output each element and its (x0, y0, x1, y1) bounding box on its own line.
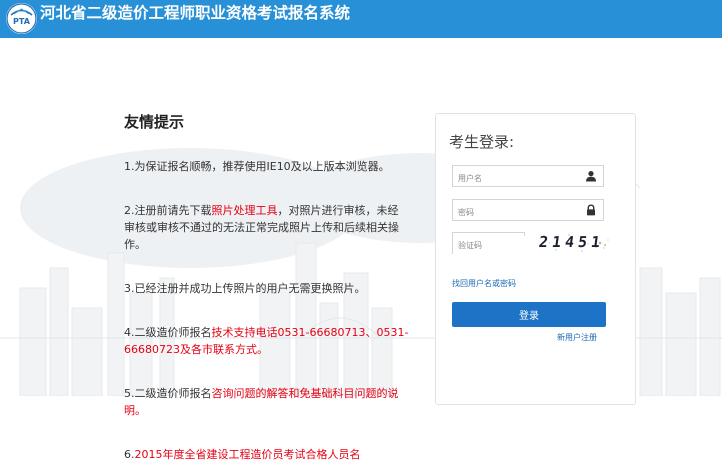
tip-item-5: 5.二级造价师报名咨询问题的解答和免基础科目问题的说明。 (124, 368, 409, 419)
register-link[interactable]: 新用户注册 (557, 332, 597, 343)
login-button[interactable]: 登录 (452, 302, 606, 327)
tip-item-2: 2.注册前请先下载照片处理工具，对照片进行审核，未经审核或审核不通过的无法正常完… (124, 185, 409, 253)
recover-account-link[interactable]: 找回用户名或密码 (452, 278, 516, 289)
site-title: 河北省二级造价工程师职业资格考试报名系统 (40, 4, 351, 22)
lock-icon (587, 204, 595, 216)
tip-text: 3.已经注册并成功上传照片的用户无需更换照片。 (124, 282, 366, 295)
login-panel: 考生登录: 21451 找回用户名或密码 登录 新用户注册 (435, 113, 636, 405)
tip-item-1: 1.为保证报名顺畅，推荐使用IE10及以上版本浏览器。 (124, 141, 409, 175)
captcha-input[interactable] (453, 235, 526, 256)
photo-tool-link[interactable]: 照片处理工具 (212, 204, 278, 217)
tip-text: 5.二级造价师报名 (124, 387, 212, 400)
top-header-bar: PTA 河北省二级造价工程师职业资格考试报名系统 (0, 0, 722, 38)
username-field (452, 165, 604, 189)
password-input[interactable] (453, 202, 578, 223)
captcha-field (452, 232, 526, 256)
captcha-image[interactable]: 21451 (536, 231, 612, 255)
tip-text: 4.二级造价师报名 (124, 326, 212, 339)
tips-title: 友情提示 (124, 113, 185, 131)
tip-item-4: 4.二级造价师报名技术支持电话0531-66680713、0531-666807… (124, 307, 409, 358)
tips-panel: 友情提示 1.为保证报名顺畅，推荐使用IE10及以上版本浏览器。 2.注册前请先… (124, 112, 409, 473)
results-link[interactable]: 2015年度全省建设工程造价员考试合格人员名 (135, 448, 361, 461)
tip-text: 2.注册前请先下载 (124, 204, 212, 217)
tip-text: 1.为保证报名顺畅，推荐使用IE10及以上版本浏览器。 (124, 160, 390, 173)
captcha-text: 21451 (537, 233, 606, 251)
username-input[interactable] (453, 168, 578, 189)
password-field (452, 199, 604, 223)
login-title: 考生登录: (449, 133, 515, 151)
tip-text: 6. (124, 448, 135, 461)
user-icon (586, 171, 596, 182)
pta-logo: PTA (6, 3, 37, 34)
tip-item-6: 6.2015年度全省建设工程造价员考试合格人员名 (124, 429, 409, 463)
tip-item-3: 3.已经注册并成功上传照片的用户无需更换照片。 (124, 263, 409, 297)
svg-text:PTA: PTA (13, 17, 31, 26)
